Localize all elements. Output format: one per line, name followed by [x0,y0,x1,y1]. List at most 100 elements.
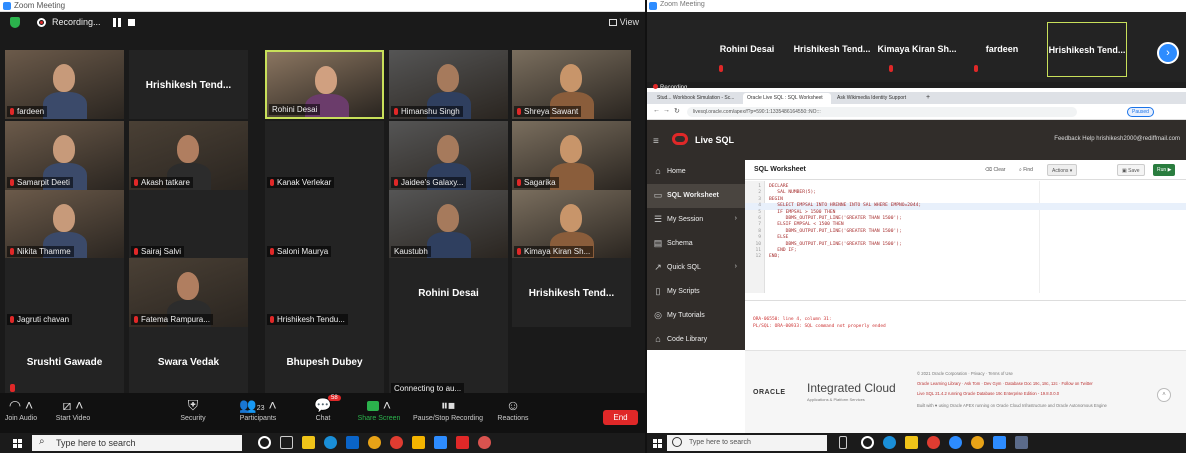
browser-tab-active[interactable]: Oracle Live SQL : SQL Worksheet [743,93,831,104]
security-button[interactable]: ⛨ Security [170,393,216,433]
start-video-button[interactable]: ⧄ ˄ Start Video [48,393,98,433]
back-icon[interactable]: ← [653,107,660,114]
footer-line[interactable]: Oracle Learning Library · Ask Tom · Dev … [917,381,1093,386]
participant-tile[interactable]: Rohini Desai [389,258,508,327]
taskbar-search[interactable]: ⌕ Type here to search [32,435,242,451]
cortana-icon[interactable] [861,436,874,449]
participant-tile[interactable]: Shreya Sawant [512,50,631,119]
participant-tile[interactable]: Kimaya Kiran Sh... [512,190,631,259]
taskbar-search-right[interactable]: Type here to search [667,435,827,451]
sidebar-item-quick-sql[interactable]: ↗ Quick SQL › [647,256,745,280]
find-button[interactable]: ⌕ Find [1015,164,1037,176]
windows-start-icon[interactable] [653,439,662,448]
chrome-icon[interactable] [949,436,962,449]
browser-tab[interactable]: Ask Wikimedia Identity Support [833,93,921,104]
participant-label: Jaidee's Galaxy... [391,177,467,188]
strip-tile[interactable]: fardeen [962,22,1042,77]
sidebar-item-sql-worksheet[interactable]: ▭ SQL Worksheet [647,184,745,208]
view-button[interactable]: View [608,17,639,27]
forward-icon[interactable]: → [663,107,670,114]
stop-recording-icon[interactable] [128,19,135,26]
sidebar-item-home[interactable]: ⌂ Home [647,160,745,184]
pause-recording-icon[interactable] [113,18,121,27]
save-button[interactable]: ▣ Save [1117,164,1145,176]
run-button[interactable]: Run ▶ [1153,164,1176,176]
next-page-icon[interactable]: › [1157,42,1179,64]
participant-tile[interactable]: Sagarika [512,121,631,190]
shield-icon[interactable] [10,17,20,28]
participant-tile[interactable]: Kanak Verlekar [265,121,384,190]
sidebar-item-my-session[interactable]: ☰ My Session › [647,208,745,232]
strip-tile[interactable]: Kimaya Kiran Sh... [877,22,957,77]
browser-icon[interactable] [971,436,984,449]
participant-tile[interactable]: Hrishikesh Tend... [512,258,631,327]
footer-line[interactable]: © 2021 Oracle Corporation · Privacy · Te… [917,371,1013,376]
participant-tile[interactable]: Swara Vedak [129,327,248,396]
participant-tile[interactable]: Sairaj Salvi [129,190,248,259]
chat-button[interactable]: 💬 58 Chat [303,393,343,433]
participant-tile[interactable]: Akash tatkare [129,121,248,190]
file-explorer-icon[interactable] [302,436,315,449]
pause-stop-recording-button[interactable]: ⏸⏹ Pause/Stop Recording [408,393,488,433]
participants-button[interactable]: 👥23 ˄ Participants [228,393,288,433]
participant-tile[interactable]: fardeen [5,50,124,119]
strip-tile[interactable]: Rohini Desai [707,22,787,77]
participant-tile[interactable]: Bhupesh Dubey [265,327,384,396]
vlc-icon[interactable] [368,436,381,449]
chrome-icon[interactable] [390,436,403,449]
file-explorer-icon[interactable] [905,436,918,449]
sidebar-item-code-library[interactable]: ⌂ Code Library [647,328,745,352]
browser-tab[interactable]: Stud... Workbook Simulation - Sc... [653,93,741,104]
store-icon[interactable] [412,436,425,449]
share-screen-button[interactable]: ˄ Share Screen [350,393,408,433]
edge-icon[interactable] [324,436,337,449]
participant-tile[interactable]: Himanshu Singh [389,50,508,119]
participant-tile[interactable]: Saloni Maurya [265,190,384,259]
header-links[interactable]: Feedback Help hrishikesh2000@rediffmail.… [1054,136,1180,142]
strip-tile-active[interactable]: Hrishikesh Tend... [1047,22,1127,77]
zoom-taskbar-icon[interactable] [993,436,1006,449]
participant-tile[interactable]: Kaustubh [389,190,508,259]
scroll-up-icon[interactable]: ˄ [1157,388,1171,402]
cortana-icon[interactable] [258,436,271,449]
menu-icon[interactable]: ≡ [653,136,659,147]
mail-icon[interactable] [346,436,359,449]
end-meeting-button[interactable]: End [603,410,638,425]
library-icon: ⌂ [655,334,661,344]
participant-tile[interactable]: Hrishikesh Tend... [129,50,248,119]
sidebar-item-my-tutorials[interactable]: ◎ My Tutorials [647,304,745,328]
new-tab-icon[interactable]: + [925,93,935,104]
acrobat-icon[interactable] [456,436,469,449]
reactions-button[interactable]: ☺ Reactions [490,393,536,433]
paint-icon[interactable] [478,436,491,449]
clear-button[interactable]: ⌫ Clear [981,164,1009,176]
windows-start-icon[interactable] [13,439,22,448]
participant-tile[interactable]: Samarpit Deeti [5,121,124,190]
paused-button[interactable]: Paused [1127,107,1154,117]
app-icon[interactable] [1015,436,1028,449]
reload-icon[interactable]: ↻ [674,107,680,115]
task-view-icon[interactable] [280,436,293,449]
participant-video [437,204,459,232]
participant-tile[interactable]: Srushti Gawade [5,327,124,396]
code-editor[interactable]: 1 DECLARE 2 SAL NUMBER(5); 3 BEGIN 4 SELECT E… [745,181,1186,293]
sidebar-item-schema[interactable]: ▤ Schema [647,232,745,256]
address-bar[interactable]: livesql.oracle.com/apex/f?p=590:1:133548… [687,107,1077,117]
participant-tile[interactable]: Jaidee's Galaxy... [389,121,508,190]
participant-tile[interactable]: Jagruti chavan [5,258,124,327]
strip-tile[interactable]: Hrishikesh Tend... [792,22,872,77]
participant-tile[interactable]: Rohini Desai [265,50,384,119]
participant-tile[interactable]: Hrishikesh Tendu... [265,258,384,327]
livesql-brand[interactable]: Live SQL [695,135,734,145]
participant-tile[interactable]: Nikita Thamme [5,190,124,259]
line-number: 5 [758,209,761,215]
join-audio-button[interactable]: ◠ ˄ Join Audio [2,393,40,433]
zoom-taskbar-icon[interactable] [434,436,447,449]
participant-tile[interactable]: Connecting to au... [389,327,508,396]
mic-icon[interactable] [839,436,847,449]
actions-dropdown[interactable]: Actions ▾ [1047,164,1078,176]
participant-tile[interactable]: Fatema Rampura... [129,258,248,327]
opera-icon[interactable] [927,436,940,449]
sidebar-item-my-scripts[interactable]: ▯ My Scripts [647,280,745,304]
edge-icon[interactable] [883,436,896,449]
